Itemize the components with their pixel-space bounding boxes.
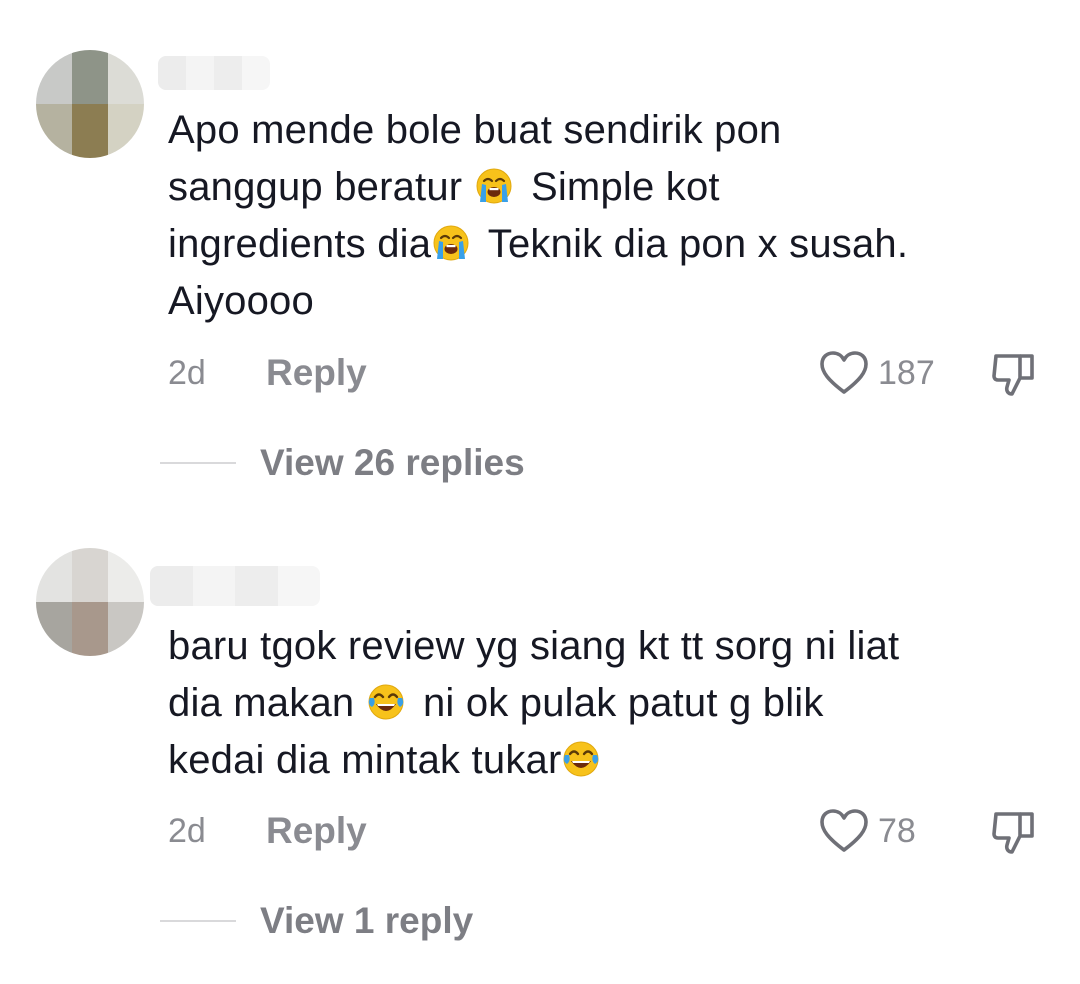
- view-replies-button[interactable]: View 1 reply: [160, 900, 660, 944]
- username-blurred[interactable]: [150, 566, 320, 606]
- comment-line: ingredients dia Teknik dia pon x susah.: [168, 222, 909, 266]
- heart-outline-icon[interactable]: [818, 350, 870, 396]
- thumbs-down-outline-icon[interactable]: [990, 350, 1038, 398]
- comment-time: 2d: [168, 354, 206, 392]
- divider: [160, 920, 236, 922]
- thumbs-down-outline-icon[interactable]: [990, 808, 1038, 856]
- comment-item: Apo mende bole buat sendirik pon sanggup…: [0, 50, 1080, 500]
- avatar[interactable]: [36, 50, 144, 158]
- comment-text: Apo mende bole buat sendirik pon sanggup…: [168, 102, 1048, 330]
- reply-button[interactable]: Reply: [266, 810, 367, 852]
- comment-line: Aiyoooo: [168, 279, 314, 323]
- view-replies-label: View 1 reply: [260, 900, 474, 941]
- view-replies-button[interactable]: View 26 replies: [160, 442, 660, 486]
- face-with-tears-of-joy-icon: [563, 741, 599, 777]
- username-blurred[interactable]: [158, 56, 270, 90]
- avatar[interactable]: [36, 548, 144, 656]
- view-replies-label: View 26 replies: [260, 442, 525, 483]
- comment-line: baru tgok review yg siang kt tt sorg ni …: [168, 624, 900, 668]
- comment-actions: 2d Reply 187: [168, 350, 1048, 398]
- comment-actions: 2d Reply 78: [168, 808, 1048, 856]
- comment-item: baru tgok review yg siang kt tt sorg ni …: [0, 548, 1080, 984]
- comment-line: sanggup beratur Simple kot: [168, 165, 720, 209]
- comment-text: baru tgok review yg siang kt tt sorg ni …: [168, 618, 1048, 789]
- comment-line: kedai dia mintak tukar: [168, 732, 1048, 789]
- reply-button[interactable]: Reply: [266, 352, 367, 394]
- loudly-crying-face-icon: [476, 168, 512, 204]
- comment-line: dia makan ni ok pulak patut g blik: [168, 681, 824, 725]
- comment-line: Apo mende bole buat sendirik pon: [168, 108, 782, 152]
- divider: [160, 462, 236, 464]
- face-with-tears-of-joy-icon: [368, 684, 404, 720]
- heart-outline-icon[interactable]: [818, 808, 870, 854]
- loudly-crying-face-icon: [433, 225, 469, 261]
- like-count: 187: [878, 354, 935, 392]
- comment-time: 2d: [168, 812, 206, 850]
- like-count: 78: [878, 812, 916, 850]
